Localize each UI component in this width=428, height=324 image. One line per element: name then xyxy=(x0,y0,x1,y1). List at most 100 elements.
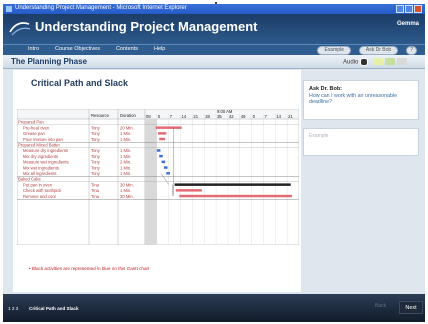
task-name: Measure wet ingredients xyxy=(23,160,69,165)
browser-window: Understanding Project Management - Micro… xyxy=(3,4,425,322)
task-name: Mix all ingredients xyxy=(23,171,57,176)
tick-label: 14 xyxy=(276,114,281,119)
gantt-bar xyxy=(179,194,292,198)
ask-dr-bob-button[interactable]: Ask Dr Bob xyxy=(358,46,399,55)
task-group-name: Prepared Pan xyxy=(18,120,45,125)
tick-label: 21 xyxy=(288,114,293,119)
gantt-bar xyxy=(163,166,168,169)
task-name: Mix wet ingredients xyxy=(23,165,59,170)
tick-label: 14 xyxy=(182,114,187,119)
task-name: Pour mixture into pan xyxy=(23,137,63,142)
ask-dr-bob-box[interactable]: Ask Dr. Bob: How can I work with an unre… xyxy=(303,80,419,120)
example-label: Example xyxy=(309,133,329,139)
page-heading: Critical Path and Slack xyxy=(31,78,129,88)
gantt-frame xyxy=(17,109,299,245)
task-resource: Tony xyxy=(91,137,101,142)
back-button[interactable]: Back xyxy=(375,303,386,309)
task-duration: 1 Min. xyxy=(120,171,131,176)
gantt-bar xyxy=(155,126,182,129)
nonworking-shade xyxy=(145,119,157,245)
close-button[interactable] xyxy=(414,5,422,13)
window-titlebar: Understanding Project Management - Micro… xyxy=(3,4,425,14)
task-name: Mix dry ingredients xyxy=(23,154,58,159)
task-duration: 1 Min. xyxy=(120,148,131,153)
task-resource: Tina xyxy=(91,182,100,187)
audio-label: Audio xyxy=(343,59,359,66)
task-resource: Tina xyxy=(91,188,100,193)
user-name: Gemma xyxy=(396,21,419,27)
task-duration: 1 Min. xyxy=(120,137,131,142)
footer-title: Critical Path and Slack xyxy=(29,306,79,311)
task-name: Put pan in oven xyxy=(23,182,53,187)
task-resource: Tony xyxy=(91,131,101,136)
task-group-name: Prepared Mixed Batter xyxy=(18,143,61,148)
app-header: Understanding Project Management Gemma xyxy=(3,14,425,44)
gantt-chart: Resource Duration9:00 AM08 0 7 14 21 28 35 42 49 0… xyxy=(17,109,299,245)
gantt-bar xyxy=(161,160,166,164)
task-duration: 30 Min. xyxy=(120,182,134,187)
menu-intro[interactable]: Intro xyxy=(28,46,39,52)
footer-bar: 1 2 3 Critical Path and Slack Back Next xyxy=(3,294,425,322)
swatch-yellow[interactable] xyxy=(373,58,383,65)
minimize-button[interactable] xyxy=(396,5,404,13)
page-numbers[interactable]: 1 2 3 xyxy=(8,306,18,311)
gantt-bar xyxy=(175,189,202,192)
color-swatches xyxy=(373,58,407,65)
section-bar: The Planning Phase Audio xyxy=(3,55,425,69)
task-resource: Tony xyxy=(91,165,101,170)
task-resource: Tony xyxy=(91,148,101,153)
ask-title: Ask Dr. Bob: xyxy=(309,86,343,92)
menu-course-objectives[interactable]: Course Objectives xyxy=(55,46,100,52)
gantt-bar xyxy=(166,172,170,175)
ask-question-link[interactable]: How can I work with an unreasonable dead… xyxy=(309,93,409,105)
menu-contents[interactable]: Contents xyxy=(116,46,138,52)
task-resource: Tony xyxy=(91,154,101,159)
example-button[interactable]: Example xyxy=(317,46,351,55)
swatch-green[interactable] xyxy=(385,58,395,65)
example-box[interactable]: Example xyxy=(303,128,419,156)
ie-icon xyxy=(6,6,12,12)
gantt-bar xyxy=(174,183,291,186)
task-duration: 1 Min. xyxy=(120,188,131,193)
swoosh-logo-icon xyxy=(9,22,31,36)
menu-bar: Intro Course Objectives Contents Help Ex… xyxy=(3,44,425,55)
task-name: Grease pan xyxy=(23,131,46,136)
task-duration: 20 Min. xyxy=(120,125,134,130)
tick-label: 35 xyxy=(217,114,222,119)
task-duration: 1 Min. xyxy=(120,154,131,159)
tick-label: 08 xyxy=(146,114,151,119)
sidebar: Ask Dr. Bob: How can I work with an unre… xyxy=(303,70,419,292)
gantt-bar xyxy=(159,137,166,141)
main-content: Critical Path and Slack Resource Duration… xyxy=(13,70,301,292)
swatch-grey[interactable] xyxy=(397,58,407,65)
gantt-bar xyxy=(158,132,167,135)
task-name: Check with toothpick xyxy=(23,188,62,193)
column-header-resource: Resource xyxy=(91,113,110,118)
gantt-note: • Black activities are represented in bl… xyxy=(29,266,150,271)
maximize-button[interactable] xyxy=(405,5,413,13)
task-name: Measure dry ingredients xyxy=(23,148,68,153)
task-duration: 1 Min. xyxy=(120,131,131,136)
column-header-duration: Duration xyxy=(120,113,136,118)
window-controls xyxy=(396,5,422,13)
gantt-bar xyxy=(159,154,163,158)
task-resource: Tina xyxy=(91,194,100,199)
window-title: Understanding Project Management - Micro… xyxy=(15,5,187,11)
section-title: The Planning Phase xyxy=(11,57,88,66)
audio-toggle[interactable]: Audio xyxy=(343,58,369,66)
tick-label: 42 xyxy=(229,114,234,119)
task-name: Remove and cool xyxy=(23,194,56,199)
menu-help[interactable]: Help xyxy=(154,46,165,52)
tick-label: 28 xyxy=(205,114,210,119)
task-resource: Tony xyxy=(91,160,101,165)
help-circle-button[interactable]: ? xyxy=(406,46,417,55)
task-group-name: Baked Cake xyxy=(18,177,41,182)
task-duration: 1 Min. xyxy=(120,165,131,170)
task-name: Pre-heat oven xyxy=(23,125,50,130)
app-title: Understanding Project Management xyxy=(35,19,258,34)
tick-label: 49 xyxy=(241,114,246,119)
task-duration: 2 Min. xyxy=(120,160,131,165)
audio-icon xyxy=(360,58,369,66)
tick-label: 21 xyxy=(193,114,198,119)
next-button[interactable]: Next xyxy=(399,301,423,314)
